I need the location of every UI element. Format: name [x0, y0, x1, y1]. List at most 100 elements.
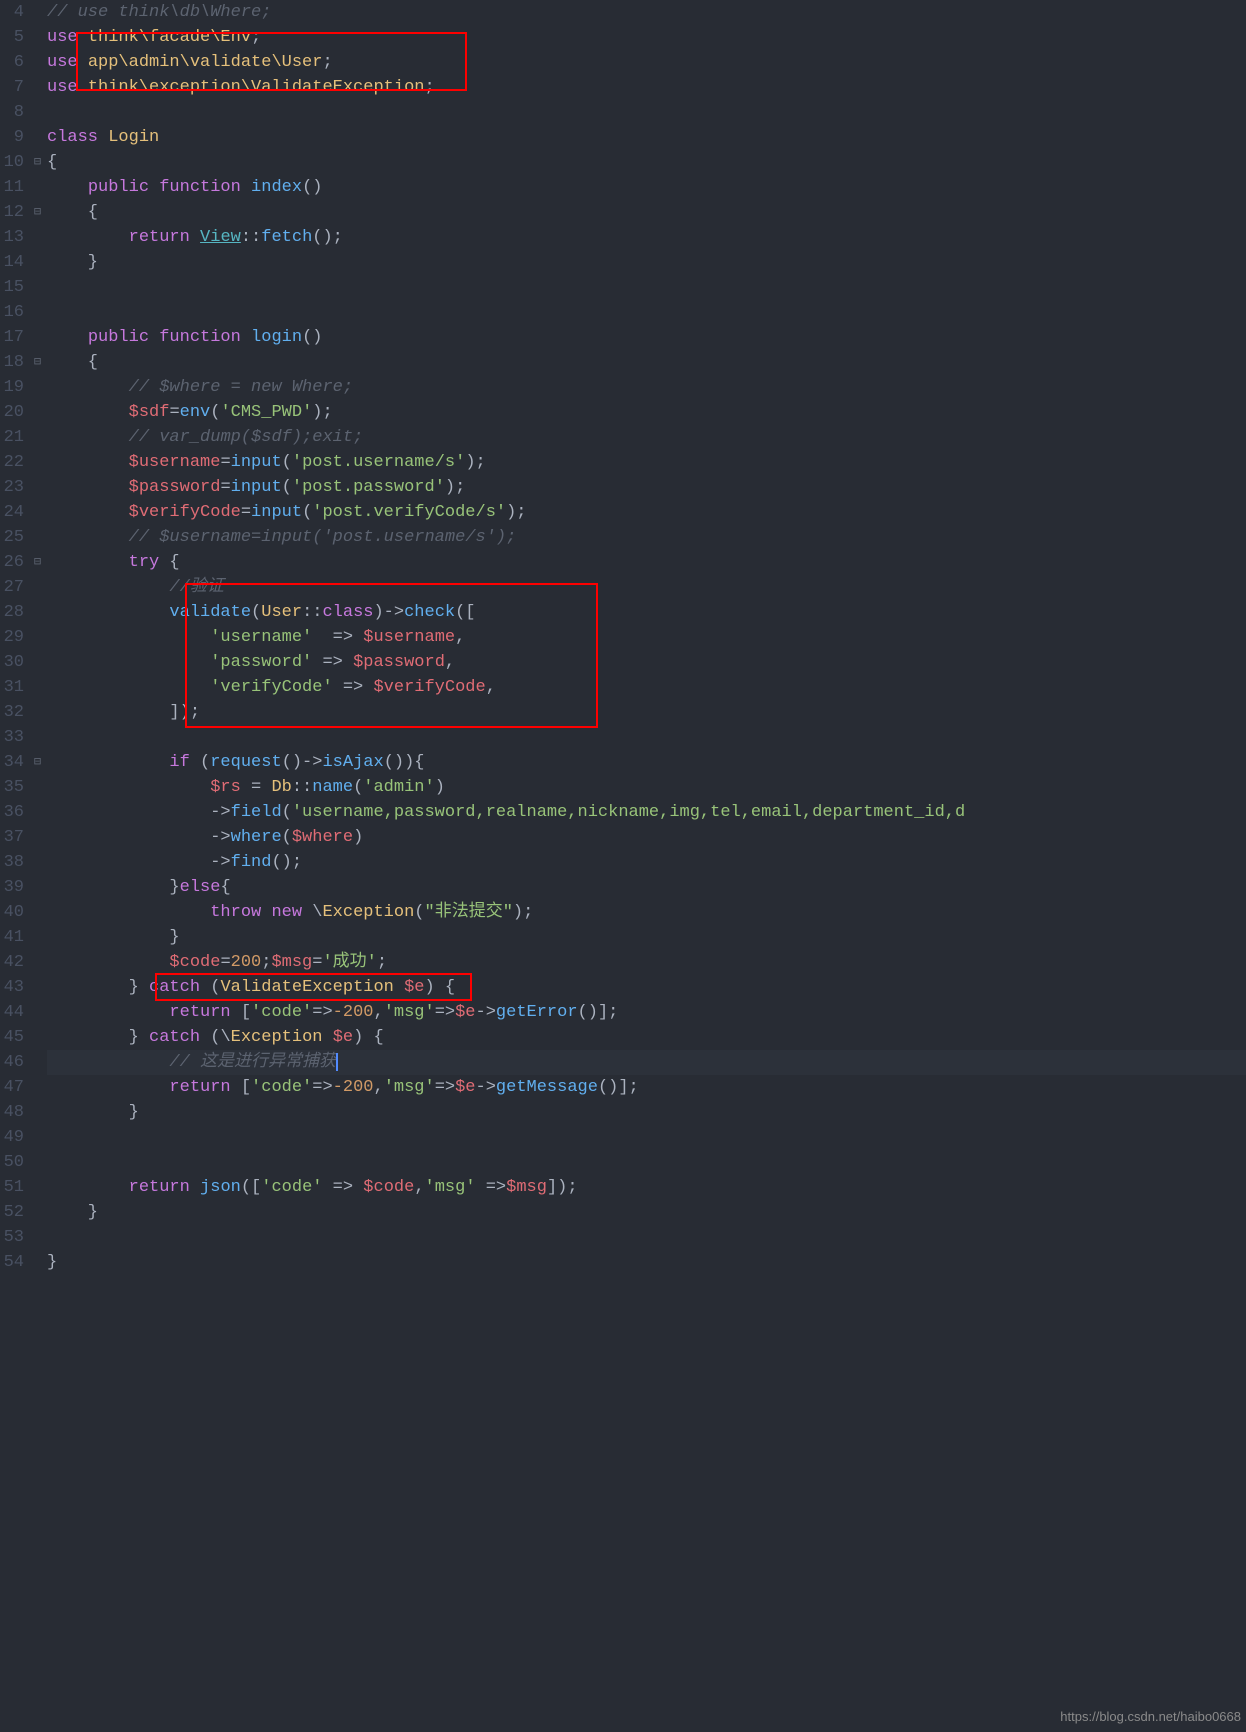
fold-marker [30, 700, 45, 725]
code-line[interactable]: public function login() [47, 325, 1246, 350]
fold-marker [30, 500, 45, 525]
code-line[interactable]: ->find(); [47, 850, 1246, 875]
line-number: 7 [0, 75, 24, 100]
code-line[interactable]: use app\admin\validate\User; [47, 50, 1246, 75]
code-editor[interactable]: 4567891011121314151617181920212223242526… [0, 0, 1246, 1732]
code-line[interactable]: } [47, 1250, 1246, 1275]
line-number: 11 [0, 175, 24, 200]
fold-marker [30, 1025, 45, 1050]
token-pn: => [435, 1078, 455, 1097]
token-fn: input [231, 453, 282, 472]
token-var: $msg [506, 1178, 547, 1197]
code-line[interactable] [47, 275, 1246, 300]
line-number: 48 [0, 1100, 24, 1125]
fold-marker[interactable]: ⊟ [30, 150, 45, 175]
token-pn [47, 1003, 169, 1022]
token-kw: catch [149, 978, 200, 997]
code-line[interactable]: validate(User::class)->check([ [47, 600, 1246, 625]
fold-marker [30, 1125, 45, 1150]
line-number: 44 [0, 1000, 24, 1025]
text-cursor [336, 1053, 338, 1071]
code-line[interactable]: { [47, 150, 1246, 175]
token-pn: ( [200, 978, 220, 997]
line-number: 45 [0, 1025, 24, 1050]
code-line[interactable]: } [47, 1200, 1246, 1225]
code-line[interactable] [47, 1225, 1246, 1250]
fold-marker [30, 300, 45, 325]
code-line[interactable]: // use think\db\Where; [47, 0, 1246, 25]
code-line[interactable] [47, 1125, 1246, 1150]
code-line[interactable]: // 这是进行异常捕获 [47, 1050, 1246, 1075]
code-line[interactable]: use think\facade\Env; [47, 25, 1246, 50]
token-fn: validate [169, 603, 251, 622]
code-line[interactable]: ->where($where) [47, 825, 1246, 850]
line-number: 5 [0, 25, 24, 50]
code-area[interactable]: // use think\db\Where; use think\facade\E… [45, 0, 1246, 1732]
token-kw: return [169, 1078, 230, 1097]
code-line[interactable]: } [47, 1100, 1246, 1125]
token-pn [47, 1178, 129, 1197]
token-pn: ( [282, 803, 292, 822]
code-line[interactable] [47, 725, 1246, 750]
token-pn: = [312, 953, 322, 972]
code-line[interactable]: return json(['code' => $code,'msg' =>$ms… [47, 1175, 1246, 1200]
token-pn: (\ [200, 1028, 231, 1047]
code-line[interactable]: use think\exception\ValidateException; [47, 75, 1246, 100]
token-pn [47, 1053, 169, 1072]
fold-marker [30, 725, 45, 750]
code-line[interactable]: // $where = new Where; [47, 375, 1246, 400]
token-var: $code [363, 1178, 414, 1197]
code-line[interactable]: 'verifyCode' => $verifyCode, [47, 675, 1246, 700]
code-line[interactable]: $sdf=env('CMS_PWD'); [47, 400, 1246, 425]
code-line[interactable]: $verifyCode=input('post.verifyCode/s'); [47, 500, 1246, 525]
fold-marker[interactable]: ⊟ [30, 200, 45, 225]
fold-marker[interactable]: ⊟ [30, 550, 45, 575]
code-line[interactable] [47, 300, 1246, 325]
code-line[interactable]: // $username=input('post.username/s'); [47, 525, 1246, 550]
code-line[interactable]: //验证 [47, 575, 1246, 600]
code-line[interactable]: } catch (ValidateException $e) { [47, 975, 1246, 1000]
code-line[interactable] [47, 100, 1246, 125]
line-number: 41 [0, 925, 24, 950]
code-line[interactable] [47, 1150, 1246, 1175]
code-line[interactable]: }else{ [47, 875, 1246, 900]
token-kw: use [47, 53, 88, 72]
code-line[interactable]: // var_dump($sdf);exit; [47, 425, 1246, 450]
line-number: 42 [0, 950, 24, 975]
code-line[interactable]: return ['code'=>-200,'msg'=>$e->getMessa… [47, 1075, 1246, 1100]
code-line[interactable]: if (request()->isAjax()){ [47, 750, 1246, 775]
token-com: // use think\db\Where; [47, 3, 271, 22]
code-line[interactable]: try { [47, 550, 1246, 575]
line-number: 9 [0, 125, 24, 150]
code-line[interactable]: $code=200;$msg='成功'; [47, 950, 1246, 975]
code-line[interactable]: return View::fetch(); [47, 225, 1246, 250]
line-number: 27 [0, 575, 24, 600]
code-line[interactable]: class Login [47, 125, 1246, 150]
token-pn: ()-> [282, 753, 323, 772]
code-line[interactable]: } [47, 250, 1246, 275]
code-line[interactable]: 'password' => $password, [47, 650, 1246, 675]
code-line[interactable]: throw new \Exception("非法提交"); [47, 900, 1246, 925]
token-pn: ); [312, 403, 332, 422]
code-line[interactable]: $password=input('post.password'); [47, 475, 1246, 500]
code-line[interactable]: $username=input('post.username/s'); [47, 450, 1246, 475]
token-pn: = [241, 503, 251, 522]
fold-marker [30, 1000, 45, 1025]
token-pn: ()]; [598, 1078, 639, 1097]
token-kw: public function [88, 178, 251, 197]
code-line[interactable]: $rs = Db::name('admin') [47, 775, 1246, 800]
code-line[interactable]: ]); [47, 700, 1246, 725]
code-line[interactable]: } catch (\Exception $e) { [47, 1025, 1246, 1050]
fold-marker[interactable]: ⊟ [30, 350, 45, 375]
token-pn: ); [445, 478, 465, 497]
code-line[interactable]: 'username' => $username, [47, 625, 1246, 650]
code-line[interactable]: return ['code'=>-200,'msg'=>$e->getError… [47, 1000, 1246, 1025]
code-line[interactable]: } [47, 925, 1246, 950]
fold-marker[interactable]: ⊟ [30, 750, 45, 775]
code-line[interactable]: { [47, 350, 1246, 375]
fold-marker [30, 600, 45, 625]
code-line[interactable]: public function index() [47, 175, 1246, 200]
code-line[interactable]: ->field('username,password,realname,nick… [47, 800, 1246, 825]
token-pn [47, 678, 210, 697]
code-line[interactable]: { [47, 200, 1246, 225]
